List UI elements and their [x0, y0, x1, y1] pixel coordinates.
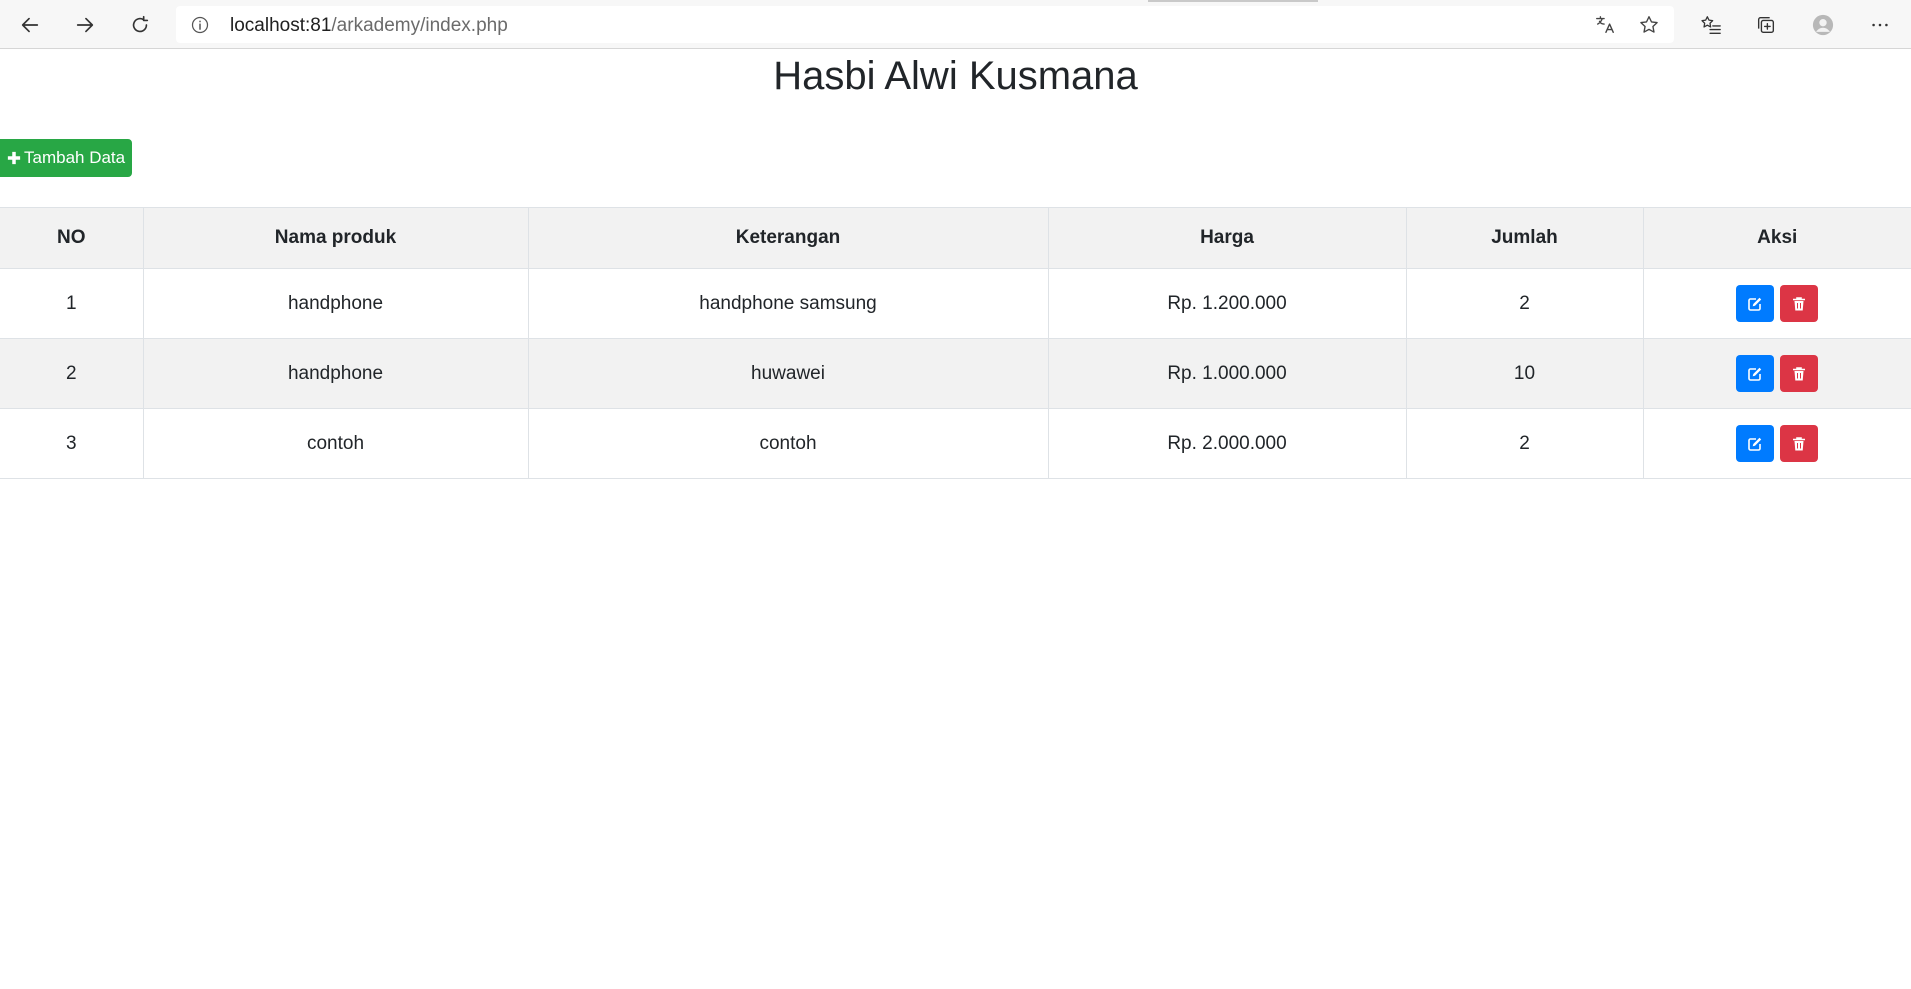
reload-icon [132, 15, 149, 33]
edit-button[interactable] [1736, 285, 1775, 322]
arrow-left-icon [21, 17, 39, 33]
row-actions [1736, 285, 1819, 322]
delete-button[interactable] [1780, 355, 1819, 392]
trash-icon [1793, 296, 1806, 310]
table-header-row: NO Nama produk Keterangan Harga Jumlah A… [0, 207, 1911, 269]
cell-harga: Rp. 1.200.000 [1047, 268, 1407, 339]
url-path: /arkademy/index.php [331, 15, 508, 36]
row-actions [1736, 425, 1819, 462]
info-icon[interactable] [190, 15, 210, 35]
avatar-icon [1812, 14, 1834, 36]
cell-aksi [1642, 338, 1911, 409]
favorites-button[interactable] [1693, 7, 1729, 43]
edit-icon [1748, 367, 1762, 381]
header-no: NO [0, 207, 144, 269]
cell-keterangan: huwawei [527, 338, 1049, 409]
more-horizontal-icon [1872, 23, 1888, 27]
address-url[interactable]: localhost:81/arkademy/index.php [230, 15, 508, 37]
address-bar[interactable]: localhost:81/arkademy/index.php [176, 6, 1674, 43]
edit-button[interactable] [1736, 425, 1775, 462]
favorites-list-icon [1701, 16, 1721, 34]
cell-jumlah: 2 [1405, 408, 1644, 479]
cell-harga: Rp. 1.000.000 [1047, 338, 1407, 409]
cell-nama: contoh [142, 408, 529, 479]
cell-no: 1 [0, 268, 144, 339]
cell-aksi [1642, 408, 1911, 479]
trash-icon [1793, 366, 1806, 380]
header-harga: Harga [1047, 207, 1407, 269]
back-button[interactable] [12, 7, 48, 43]
edit-button[interactable] [1736, 355, 1775, 392]
profile-button[interactable] [1805, 7, 1841, 43]
cell-no: 3 [0, 408, 144, 479]
cell-aksi [1642, 268, 1911, 339]
cell-no: 2 [0, 338, 144, 409]
table-row: 1 handphone handphone samsung Rp. 1.200.… [0, 268, 1911, 339]
collections-icon [1757, 16, 1775, 34]
cell-keterangan: handphone samsung [527, 268, 1049, 339]
cell-harga: Rp. 2.000.000 [1047, 408, 1407, 479]
settings-menu-button[interactable] [1862, 7, 1898, 43]
cell-nama: handphone [142, 338, 529, 409]
cell-jumlah: 10 [1405, 338, 1644, 409]
header-nama-produk: Nama produk [142, 207, 529, 269]
add-data-button[interactable]: Tambah Data [0, 139, 132, 177]
header-keterangan: Keterangan [527, 207, 1049, 269]
header-jumlah: Jumlah [1405, 207, 1644, 269]
product-table: NO Nama produk Keterangan Harga Jumlah A… [0, 207, 1911, 479]
table-row: 3 contoh contoh Rp. 2.000.000 2 [0, 408, 1911, 479]
url-host: localhost:81 [230, 15, 332, 36]
star-icon[interactable] [1638, 14, 1660, 36]
table-row: 2 handphone huwawei Rp. 1.000.000 10 [0, 338, 1911, 409]
reload-button[interactable] [122, 7, 158, 43]
forward-button[interactable] [67, 7, 103, 43]
browser-toolbar: localhost:81/arkademy/index.php [0, 0, 1911, 49]
cell-jumlah: 2 [1405, 268, 1644, 339]
row-actions [1736, 355, 1819, 392]
page-title: Hasbi Alwi Kusmana [773, 54, 1138, 98]
plus-icon [7, 151, 21, 165]
add-data-label: Tambah Data [24, 148, 126, 167]
header-aksi: Aksi [1642, 207, 1911, 269]
cell-keterangan: contoh [527, 408, 1049, 479]
cell-nama: handphone [142, 268, 529, 339]
arrow-right-icon [76, 17, 94, 33]
edit-icon [1748, 437, 1762, 451]
tab-strip-indicator [1148, 0, 1318, 2]
translate-icon[interactable] [1594, 14, 1616, 36]
delete-button[interactable] [1780, 285, 1819, 322]
delete-button[interactable] [1780, 425, 1819, 462]
trash-icon [1793, 436, 1806, 450]
collections-button[interactable] [1748, 7, 1784, 43]
edit-icon [1748, 297, 1762, 311]
